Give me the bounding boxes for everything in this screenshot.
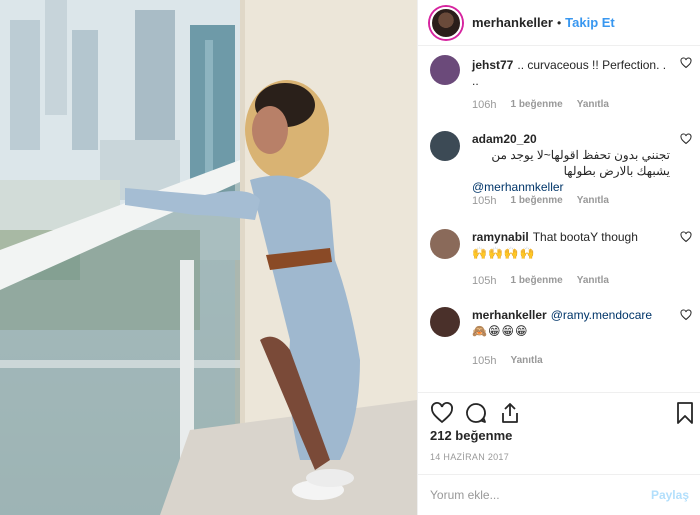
- commenter-avatar[interactable]: [430, 131, 460, 161]
- comment-username[interactable]: jehst77: [472, 58, 513, 72]
- post-side-panel: merhankeller • Takip Et jehst77.. curvac…: [417, 0, 700, 515]
- comment-time: 105h: [472, 195, 497, 207]
- author-avatar[interactable]: [430, 6, 462, 39]
- comment-icon[interactable]: [464, 401, 488, 425]
- comment-text: تجنني بدون تحفظ اقولها~لا يوجد من يشبهك …: [491, 148, 670, 178]
- comment-body: adam20_20 تجنني بدون تحفظ اقولها~لا يوجد…: [472, 131, 670, 195]
- comment-username[interactable]: ramynabil: [472, 230, 529, 244]
- comment-reply-button[interactable]: Yanıtla: [577, 195, 609, 207]
- comment-reply-button[interactable]: Yanıtla: [510, 355, 542, 367]
- comment-time: 105h: [472, 355, 497, 367]
- follow-button[interactable]: Takip Et: [565, 15, 615, 30]
- comment-body: merhankeller @ramy.mendocare 🙈😁😁😁: [472, 307, 670, 339]
- post-photo[interactable]: [0, 0, 417, 515]
- comment-like-icon[interactable]: [680, 57, 692, 69]
- comment-likes[interactable]: 1 beğenme: [510, 195, 562, 207]
- comment-meta: 105h 1 beğenme Yanıtla: [472, 275, 623, 287]
- comment-username[interactable]: adam20_20: [472, 132, 537, 146]
- post-header: merhankeller • Takip Et: [418, 0, 700, 46]
- comment-meta: 105h 1 beğenme Yanıtla: [472, 195, 623, 207]
- comment-like-icon[interactable]: [680, 133, 692, 145]
- comment-like-icon[interactable]: [680, 309, 692, 321]
- comment-time: 105h: [472, 275, 497, 287]
- post-date: 14 HAZİRAN 2017: [430, 452, 510, 462]
- comment-likes[interactable]: 1 beğenme: [510, 99, 562, 111]
- comments-list[interactable]: jehst77.. curvaceous !! Perfection. . ..…: [418, 47, 700, 390]
- commenter-avatar[interactable]: [430, 55, 460, 85]
- comment-body: jehst77.. curvaceous !! Perfection. . ..: [472, 57, 670, 89]
- comment-meta: 105h Yanıtla: [472, 355, 557, 367]
- comment-mention[interactable]: @ramy.mendocare: [551, 308, 652, 322]
- comment-like-icon[interactable]: [680, 231, 692, 243]
- comment-reply-button[interactable]: Yanıtla: [577, 99, 609, 111]
- author-username[interactable]: merhankeller: [472, 15, 553, 30]
- post-comment-button[interactable]: Paylaş: [651, 488, 689, 502]
- action-bar: [418, 392, 700, 432]
- add-comment-box: Paylaş: [418, 474, 700, 515]
- comment-emojis: 🙈😁😁😁: [472, 324, 529, 338]
- comment-input[interactable]: [430, 488, 651, 502]
- comment-emojis: 🙌🙌🙌🙌: [472, 246, 536, 260]
- comment-meta: 106h 1 beğenme Yanıtla: [472, 99, 623, 111]
- header-separator: •: [556, 15, 562, 30]
- comment-body: ramynabil That bootaY though 🙌🙌🙌🙌: [472, 229, 670, 261]
- comment-text: That bootaY though: [532, 230, 638, 244]
- comment-mention[interactable]: @merhanmkeller: [472, 180, 564, 194]
- heart-icon[interactable]: [430, 401, 454, 425]
- bookmark-icon[interactable]: [673, 401, 697, 425]
- share-icon[interactable]: [498, 401, 522, 425]
- comment-time: 106h: [472, 99, 497, 111]
- commenter-avatar[interactable]: [430, 307, 460, 337]
- post-image: [0, 0, 417, 515]
- likes-count[interactable]: 212 beğenme: [430, 428, 512, 443]
- comment-likes[interactable]: 1 beğenme: [510, 275, 562, 287]
- comment-reply-button[interactable]: Yanıtla: [577, 275, 609, 287]
- commenter-avatar[interactable]: [430, 229, 460, 259]
- comment-username[interactable]: merhankeller: [472, 308, 547, 322]
